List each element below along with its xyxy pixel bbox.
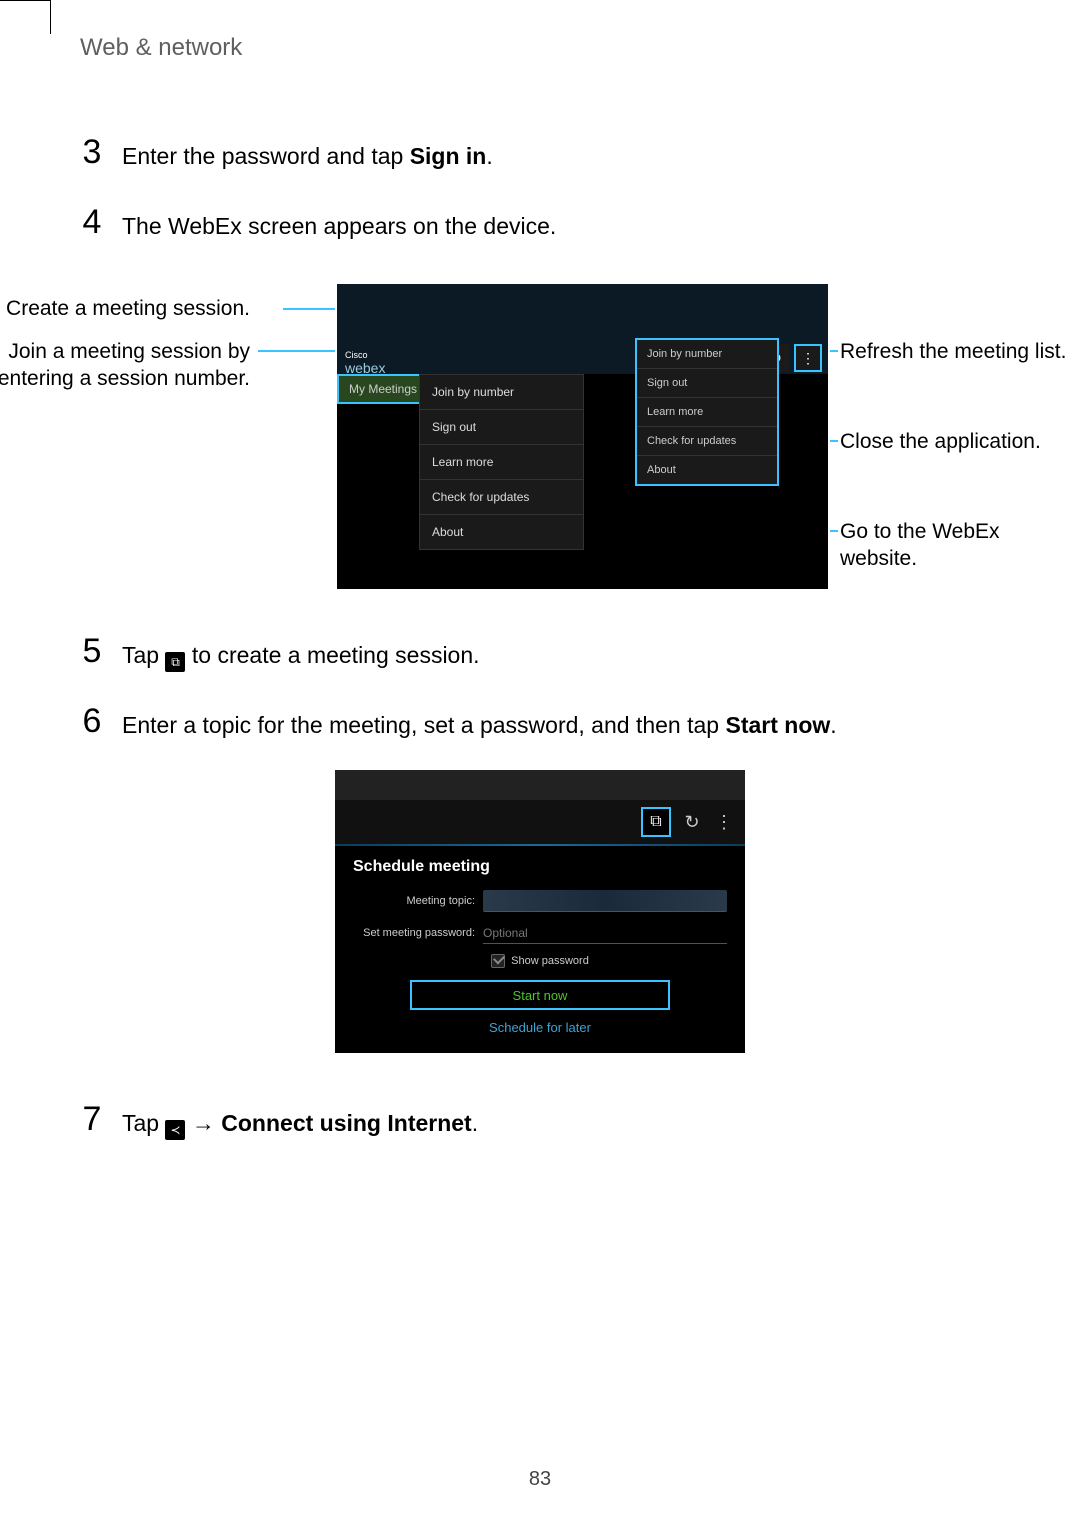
step-6-text: Enter a topic for the meeting, set a pas… [122,704,837,741]
share-inline-icon: ≺ [165,1120,185,1140]
status-bar [335,770,745,800]
label-meeting-password: Set meeting password: [353,927,483,939]
annotation-close-app: Close the application. [840,428,1041,455]
step-7-bold: Connect using Internet [221,1110,471,1136]
more-icon[interactable]: ⋮ [794,344,822,372]
step-7-number: 7 [80,1102,104,1136]
input-meeting-password[interactable]: Optional [483,922,727,944]
row-topic: Meeting topic: [353,890,727,912]
step-7-text: Tap ≺ → Connect using Internet. [122,1102,478,1140]
step-5: 5 Tap ⧉ to create a meeting session. [80,634,480,672]
input-meeting-topic[interactable] [483,890,727,912]
step-5-number: 5 [80,634,104,668]
annotation-create-session: Create a meeting session. [0,295,250,322]
row-password: Set meeting password: Optional [353,922,727,944]
schedule-for-later-link[interactable]: Schedule for later [353,1020,727,1035]
menu-join-by-number[interactable]: Join by number [420,375,583,410]
step-3-text: Enter the password and tap Sign in. [122,135,493,172]
section-header: Web & network [80,34,242,62]
step-6-number: 6 [80,704,104,738]
tab-my-meetings[interactable]: My Meetings [337,374,429,404]
start-now-button[interactable]: Start now [410,980,670,1010]
page-number: 83 [0,1468,1080,1491]
create-meeting-inline-icon: ⧉ [165,652,185,672]
step-6-pre: Enter a topic for the meeting, set a pas… [122,712,725,738]
step-6-bold: Start now [725,712,830,738]
menu-check-updates[interactable]: Check for updates [420,480,583,515]
overlay-about[interactable]: About [637,456,777,484]
step-5-text: Tap ⧉ to create a meeting session. [122,634,480,672]
schedule-meeting-title: Schedule meeting [353,858,727,876]
dropdown-menu: Join by number Sign out Learn more Check… [419,374,584,550]
overlay-learn-more[interactable]: Learn more [637,398,777,427]
annotation-join-by-number: Join a meeting session by entering a ses… [0,338,250,393]
step-3-number: 3 [80,135,104,169]
step-5-pre: Tap [122,642,165,668]
overlay-check-updates[interactable]: Check for updates [637,427,777,456]
step-7-pre: Tap [122,1110,165,1136]
menu-learn-more[interactable]: Learn more [420,445,583,480]
menu-about[interactable]: About [420,515,583,549]
step-6: 6 Enter a topic for the meeting, set a p… [80,704,837,741]
step-7-post: . [472,1110,478,1136]
step-3-bold: Sign in [410,143,487,169]
step-4-text: The WebEx screen appears on the device. [122,205,556,242]
create-meeting-icon-2[interactable]: ⧉ [641,807,671,837]
step-6-post: . [830,712,836,738]
refresh-icon-2[interactable]: ↻ [681,811,703,833]
more-icon-2[interactable]: ⋮ [713,811,735,833]
annotation-webex-website: Go to the WebEx website. [840,518,1080,573]
label-show-password: Show password [511,955,589,967]
row-show-password: Show password [353,954,727,968]
header-icons-2: ⧉ ↻ ⋮ [335,800,745,844]
overlay-menu: Join by number Sign out Learn more Check… [635,338,779,486]
corner-rule-v [50,0,51,34]
step-3: 3 Enter the password and tap Sign in. [80,135,493,172]
corner-rule-h [0,0,50,1]
overlay-sign-out[interactable]: Sign out [637,369,777,398]
menu-sign-out[interactable]: Sign out [420,410,583,445]
screenshot-webex-main: Cisco webex ⧉ ↻ ⋮ My Meetings Join by nu… [335,282,830,591]
label-meeting-topic: Meeting topic: [353,895,483,907]
webex-logo: Cisco webex [345,350,385,376]
step-4: 4 The WebEx screen appears on the device… [80,205,556,242]
overlay-join-by-number[interactable]: Join by number [637,340,777,369]
checkbox-show-password[interactable] [491,954,505,968]
annotation-refresh-list: Refresh the meeting list. [840,338,1066,365]
step-7: 7 Tap ≺ → Connect using Internet. [80,1102,478,1140]
cisco-label: Cisco [345,350,385,360]
password-placeholder: Optional [483,926,528,940]
step-3-pre: Enter the password and tap [122,143,410,169]
step-3-post: . [486,143,492,169]
step-4-number: 4 [80,205,104,239]
step-7-arrow: → [185,1110,221,1136]
step-5-post: to create a meeting session. [185,642,479,668]
screenshot-schedule-meeting: ⧉ ↻ ⋮ Schedule meeting Meeting topic: Se… [335,770,745,1053]
